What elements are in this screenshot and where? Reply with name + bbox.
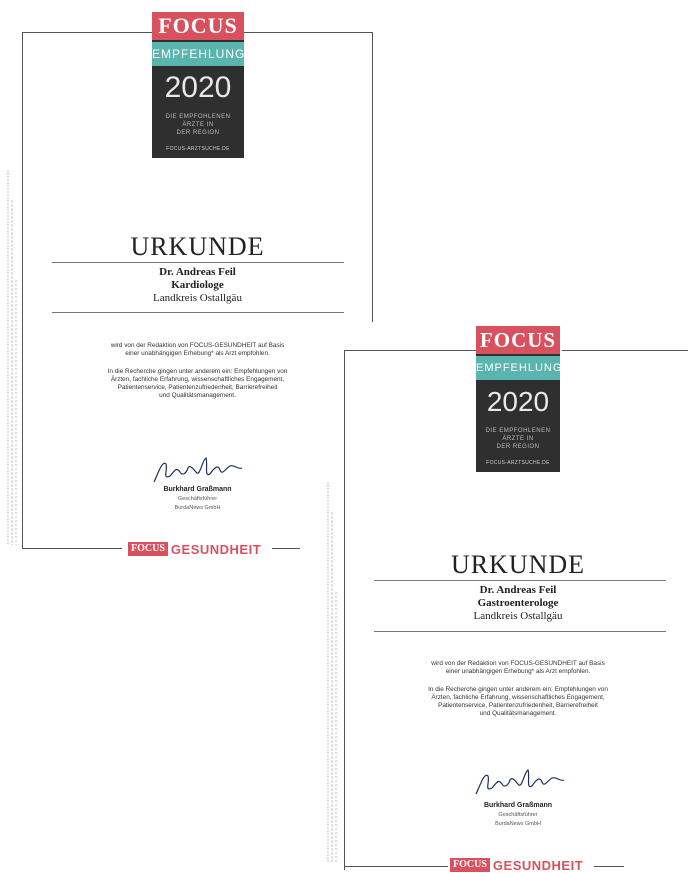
title-rule xyxy=(374,580,666,581)
badge-subtitle-1: DIE EMPFOHLENEN xyxy=(165,114,231,120)
body-line: wird von der Redaktion von FOCUS-GESUNDH… xyxy=(431,660,605,667)
badge-subtitle-3: DER REGION xyxy=(176,130,220,136)
badge-url: FOCUS-ARZTSUCHE.DE xyxy=(166,146,230,152)
body-line: Patientenservice, Patientenzufriedenheit… xyxy=(117,384,278,391)
region-rule xyxy=(374,631,666,632)
certificate-kardiologe: FOCUS EMPFEHLUNG 2020 DIE EMPFOHLENEN ÄR… xyxy=(0,0,373,600)
footer-brand: FOCUS GESUNDHEIT xyxy=(450,857,583,873)
body-line: einer unabhängigen Erhebung* als Arzt em… xyxy=(445,668,591,675)
focus-logo: FOCUS xyxy=(476,326,560,354)
badge-subtitle-2: ÄRZTE IN xyxy=(182,122,214,128)
region-rule xyxy=(52,312,344,313)
body-line: und Qualitätsmanagement. xyxy=(479,710,557,717)
frame-right xyxy=(372,32,373,322)
title-rule xyxy=(52,262,344,263)
badge-subtitle-1: DIE EMPFOHLENEN xyxy=(485,428,551,434)
body-line: einer unabhängigen Erhebung* als Arzt em… xyxy=(125,350,270,357)
body-paragraph-2: In die Recherche gingen unter anderem ei… xyxy=(40,368,355,400)
frame-top-left xyxy=(344,350,478,351)
frame-left xyxy=(22,32,23,548)
badge-url: FOCUS-ARZTSUCHE.DE xyxy=(486,460,550,466)
body-line: und Qualitätsmanagement. xyxy=(159,392,236,399)
signer-role: Geschäftsführer xyxy=(177,496,218,502)
doctor-specialty: Gastroenterologe xyxy=(477,597,559,609)
focus-badge: FOCUS EMPFEHLUNG 2020 DIE EMPFOHLENEN ÄR… xyxy=(152,12,244,158)
doctor-name: Dr. Andreas Feil xyxy=(159,266,236,278)
focus-logo: FOCUS xyxy=(152,12,244,40)
doctor-region: Landkreis Ostallgäu xyxy=(473,610,563,622)
legal-notice-vertical xyxy=(7,170,17,545)
frame-top-left xyxy=(22,32,152,33)
company-name: BurdaNews GmbH xyxy=(495,821,541,827)
footer-logo: FOCUS xyxy=(128,542,168,556)
signature xyxy=(153,457,243,483)
frame-bottom-left xyxy=(344,866,448,867)
body-paragraph-1: wird von der Redaktion von FOCUS-GESUNDH… xyxy=(40,342,355,358)
body-line: wird von der Redaktion von FOCUS-GESUNDH… xyxy=(110,342,285,349)
doctor-region: Landkreis Ostallgäu xyxy=(153,292,242,304)
signer-role: Geschäftsführer xyxy=(498,812,538,818)
badge-year: 2020 xyxy=(486,386,550,417)
footer-rule xyxy=(272,548,300,549)
certificate-title: URKUNDE xyxy=(450,550,586,579)
frame-bottom-left xyxy=(22,548,122,549)
signer-name: Burkhard Graßmann xyxy=(483,802,553,809)
doctor-specialty: Kardiologe xyxy=(171,279,224,291)
badge-year: 2020 xyxy=(164,71,232,104)
body-line: In die Recherche gingen unter anderem ei… xyxy=(428,686,608,693)
body-paragraph-2: In die Recherche gingen unter anderem ei… xyxy=(358,686,678,718)
frame-left xyxy=(344,350,345,870)
signature xyxy=(475,769,565,795)
frame-top-right xyxy=(244,32,373,33)
body-line: Ärzten, fachliche Erfahrung, wissenschaf… xyxy=(110,376,285,383)
body-paragraph-1: wird von der Redaktion von FOCUS-GESUNDH… xyxy=(358,660,678,676)
badge-subtitle-3: DER REGION xyxy=(496,444,540,450)
footer-brand: FOCUS GESUNDHEIT xyxy=(128,541,261,557)
frame-top-right xyxy=(562,350,688,351)
body-line: Patientenservice, Patientenzufriedenheit… xyxy=(438,702,598,709)
certificate-title: URKUNDE xyxy=(130,232,265,261)
footer-text: GESUNDHEIT xyxy=(170,541,262,557)
legal-notice-vertical xyxy=(327,482,337,862)
footer-text: GESUNDHEIT xyxy=(492,857,584,873)
body-line: In die Recherche gingen unter anderem ei… xyxy=(107,368,288,375)
focus-badge: FOCUS EMPFEHLUNG 2020 DIE EMPFOHLENEN ÄR… xyxy=(476,326,561,472)
doctor-name: Dr. Andreas Feil xyxy=(479,584,557,596)
footer-rule xyxy=(594,866,624,867)
company-name: BurdaNews GmbH xyxy=(174,505,221,511)
body-line: Ärzten, fachliche Erfahrung, wissenschaf… xyxy=(431,694,605,701)
badge-subtitle-2: ÄRZTE IN xyxy=(502,436,534,442)
badge-label: EMPFEHLUNG xyxy=(152,42,244,66)
signer-name: Burkhard Graßmann xyxy=(163,486,232,493)
badge-label: EMPFEHLUNG xyxy=(476,356,561,380)
certificate-gastroenterologe: FOCUS EMPFEHLUNG 2020 DIE EMPFOHLENEN ÄR… xyxy=(318,322,688,873)
